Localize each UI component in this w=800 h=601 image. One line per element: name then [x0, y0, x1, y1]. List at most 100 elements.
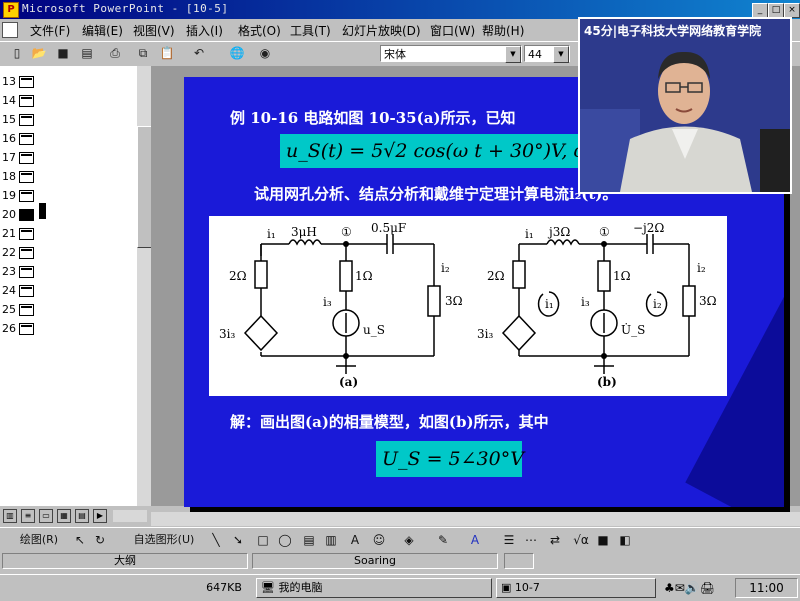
outline-slide-13[interactable]: 13 [0, 72, 60, 91]
outline-scrollbar[interactable] [137, 66, 152, 506]
web-icon[interactable]: ◉ [256, 45, 274, 62]
status-bar: 大纲 Soaring [0, 551, 800, 571]
notes-view-icon[interactable]: ▤ [75, 509, 89, 523]
maximize-button[interactable]: □ [768, 3, 784, 18]
arrow-style-icon[interactable]: ⇄ [546, 532, 564, 548]
taskbar-window-label: 10-7 [514, 581, 540, 594]
normal-view-icon[interactable]: ▥ [3, 509, 17, 523]
rectangle-icon[interactable]: □ [254, 532, 272, 548]
open-icon[interactable]: 📂 [30, 45, 48, 62]
outline-slide-23[interactable]: 23 [0, 262, 60, 281]
menu-slideshow[interactable]: 幻灯片放映(D) [342, 22, 421, 39]
menu-tools[interactable]: 工具(T) [290, 22, 331, 39]
font-name-select[interactable]: 宋体 ▼ [380, 45, 522, 63]
menu-help[interactable]: 帮助(H) [482, 22, 524, 39]
outline-pane[interactable]: 13 14 15 16 17 18 19 20 21 22 23 24 25 2… [0, 66, 138, 506]
slide-icon [19, 209, 34, 221]
outline-slide-22[interactable]: 22 [0, 243, 60, 262]
powerpoint-app-icon[interactable]: P [3, 2, 19, 18]
hyperlink-icon[interactable]: 🌐 [228, 45, 246, 62]
menu-format[interactable]: 格式(O) [238, 22, 281, 39]
outline-slide-20[interactable]: 20 [0, 205, 60, 224]
select-arrow-icon[interactable]: ↖ [72, 532, 88, 548]
undo-icon[interactable]: ↶ [190, 45, 208, 62]
menu-insert[interactable]: 插入(I) [186, 22, 223, 39]
computer-icon: 🖥 [261, 581, 275, 594]
outline-slide-15[interactable]: 15 [0, 110, 60, 129]
autoshapes-menu-button[interactable]: 自选图形(U) [124, 532, 204, 548]
tray-icons[interactable]: ♣✉🔊🖨 [664, 580, 732, 596]
font-color-icon[interactable]: A [466, 532, 484, 548]
outline-slide-19[interactable]: 19 [0, 186, 60, 205]
menu-view[interactable]: 视图(V) [133, 22, 175, 39]
slide-number: 18 [2, 170, 16, 183]
fill-color-icon[interactable]: ◈ [400, 532, 418, 548]
menu-window[interactable]: 窗口(W) [430, 22, 475, 39]
taskbar-window-10-7[interactable]: ▣ 10-7 [496, 578, 656, 598]
outline-slide-16[interactable]: 16 [0, 129, 60, 148]
line-icon[interactable]: ╲ [208, 532, 224, 548]
slide-hscrollbar[interactable] [151, 512, 800, 526]
outline-view-icon[interactable]: ≡ [21, 509, 35, 523]
formula-us-phasor[interactable]: U_S = 5∠30°V [376, 441, 524, 477]
minimize-button[interactable]: _ [752, 3, 768, 18]
taskbar-clock[interactable]: 11:00 [735, 578, 798, 598]
slide-sorter-icon[interactable]: ▦ [57, 509, 71, 523]
outline-slide-14[interactable]: 14 [0, 91, 60, 110]
slide-question[interactable]: 试用网孔分析、结点分析和戴维宁定理计算电流i₂(t)。 [254, 183, 617, 204]
print-preview-icon[interactable]: ▤ [78, 45, 96, 62]
slide-number: 13 [2, 75, 16, 88]
slide-number: 26 [2, 322, 16, 335]
outline-slide-18[interactable]: 18 [0, 167, 60, 186]
slide-number: 21 [2, 227, 16, 240]
outline-slide-25[interactable]: 25 [0, 300, 60, 319]
paste-icon[interactable]: 📋 [158, 45, 176, 62]
3d-icon[interactable]: ◧ [616, 532, 634, 548]
outline-slide-21[interactable]: 21 [0, 224, 60, 243]
close-button[interactable]: × [784, 3, 800, 18]
menu-edit[interactable]: 编辑(E) [82, 22, 123, 39]
label-a-r3: 3Ω [445, 294, 463, 308]
slide-example-title[interactable]: 例 10-16 电路如图 10-35(a)所示，已知 [230, 107, 516, 128]
slide-icon [19, 304, 34, 316]
free-rotate-icon[interactable]: ↻ [92, 532, 108, 548]
save-icon[interactable]: ■ [54, 45, 72, 62]
textbox-icon[interactable]: ▤ [300, 532, 318, 548]
outline-slide-17[interactable]: 17 [0, 148, 60, 167]
line-color-icon[interactable]: ✎ [434, 532, 452, 548]
line-style-icon[interactable]: ☰ [500, 532, 518, 548]
oval-icon[interactable]: ◯ [276, 532, 294, 548]
new-icon[interactable]: ▯ [8, 45, 26, 62]
formula-us-time[interactable]: u_S(t) = 5√2 cos(ω t + 30°)V, ω = [280, 134, 611, 168]
slide-icon [19, 95, 34, 107]
clipart-icon[interactable]: ☺ [370, 532, 388, 548]
label-b-r1: 2Ω [487, 269, 505, 283]
outline-slide-26[interactable]: 26 [0, 319, 60, 338]
scrollbar-thumb[interactable] [137, 126, 152, 248]
chevron-down-icon[interactable]: ▼ [553, 46, 569, 63]
arrow-icon[interactable]: ➘ [230, 532, 246, 548]
slideshow-view-icon[interactable]: ▶ [93, 509, 107, 523]
copy-icon[interactable]: ⧉ [134, 45, 152, 62]
circuit-diagram[interactable]: i₁ 3μH ① 0.5μF 2Ω 1Ω 3Ω i₂ i₃ 3i₃ u_S (a… [209, 216, 727, 396]
chevron-down-icon[interactable]: ▼ [505, 46, 521, 63]
slide-solution[interactable]: 解：画出图(a)的相量模型，如图(b)所示，其中 [230, 411, 549, 432]
slide-view-icon[interactable]: ▭ [39, 509, 53, 523]
font-size-value: 44 [528, 48, 542, 61]
draw-menu-button[interactable]: 绘图(R) [10, 532, 68, 548]
label-b-i2: i₂ [697, 261, 706, 275]
vertical-textbox-icon[interactable]: ▥ [322, 532, 340, 548]
caption-b: (b) [597, 375, 617, 389]
print-icon[interactable]: ⎙ [106, 45, 124, 62]
dash-style-icon[interactable]: ⋯ [522, 532, 540, 548]
equation-icon[interactable]: √α [570, 532, 592, 548]
status-panel [504, 553, 534, 569]
outline-slide-24[interactable]: 24 [0, 281, 60, 300]
my-computer-button[interactable]: 🖥 我的电脑 [256, 578, 492, 598]
menu-file[interactable]: 文件(F) [30, 22, 70, 39]
shadow-icon[interactable]: ■ [594, 532, 612, 548]
wordart-icon[interactable]: A [346, 532, 364, 548]
document-icon[interactable] [2, 22, 18, 38]
outline-hscroll[interactable] [113, 510, 147, 522]
font-size-select[interactable]: 44 ▼ [524, 45, 570, 63]
